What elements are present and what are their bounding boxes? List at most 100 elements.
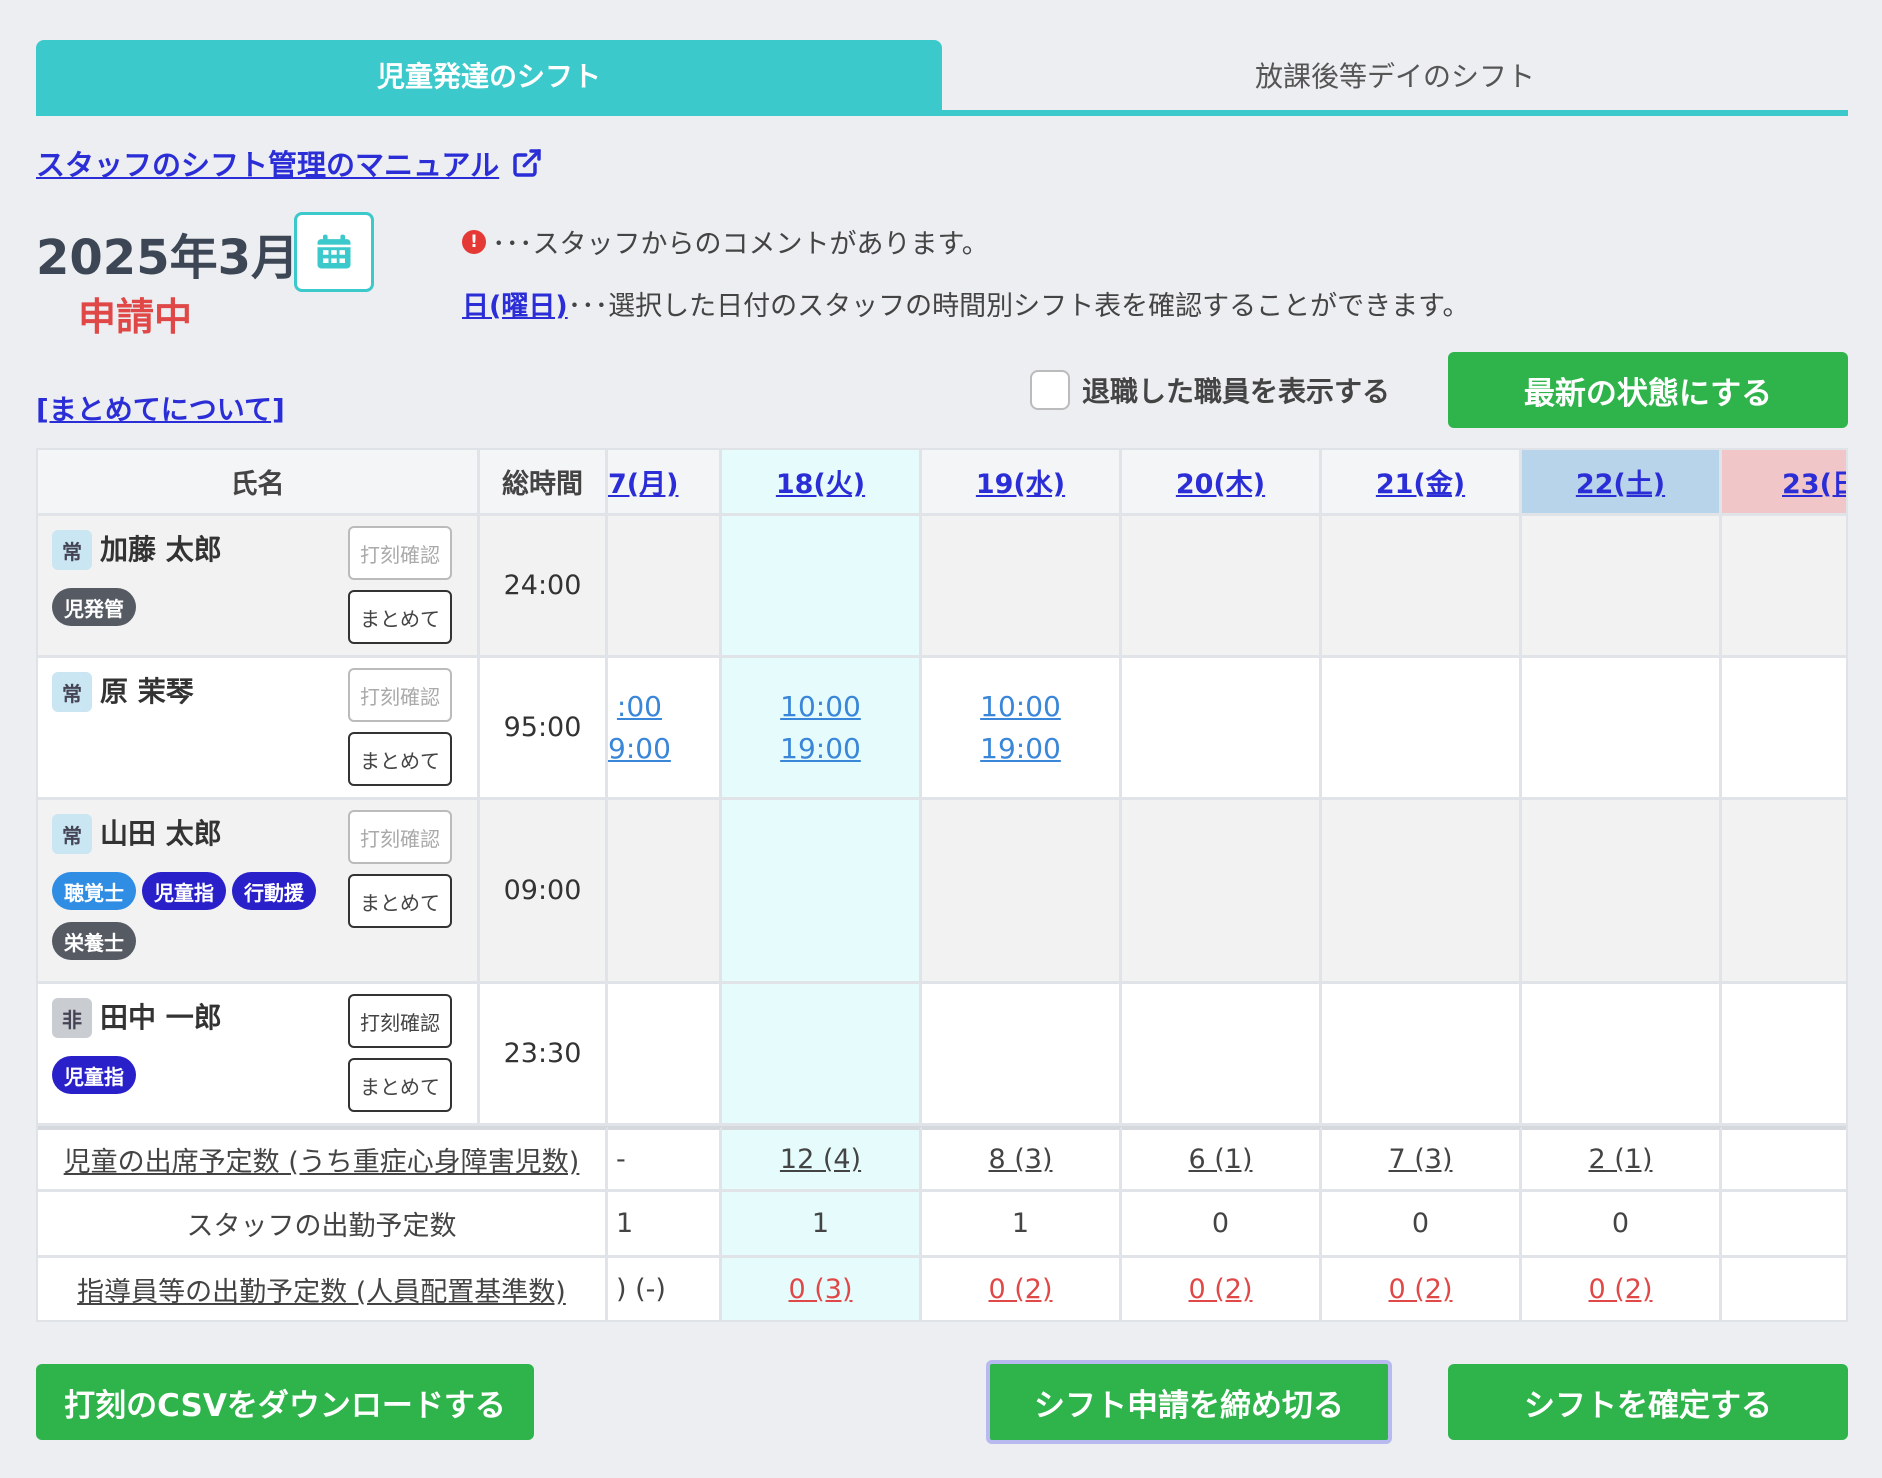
- shift-cell[interactable]: [1522, 800, 1722, 984]
- employment-type-badge: 常: [52, 814, 92, 854]
- show-retired-label: 退職した職員を表示する: [1082, 375, 1391, 408]
- shift-cell[interactable]: [922, 516, 1122, 658]
- shift-cell[interactable]: 10:00 19:00: [722, 658, 922, 800]
- footer-value[interactable]: 8 (3): [988, 1144, 1052, 1175]
- date-header[interactable]: 21(金): [1322, 450, 1522, 516]
- footer-value-cell: -: [608, 1126, 722, 1192]
- shift-cell[interactable]: [608, 516, 722, 658]
- qualification-tag: 栄養士: [52, 922, 136, 960]
- manual-link[interactable]: スタッフのシフト管理のマニュアル: [36, 142, 543, 184]
- footer-value[interactable]: 0 (3): [788, 1274, 852, 1305]
- shift-cell[interactable]: [1322, 984, 1522, 1126]
- staff-name-cell: 常加藤 太郎 打刻確認 まとめて 児発管: [38, 516, 480, 658]
- calendar-button[interactable]: [294, 212, 374, 292]
- bulk-edit-button[interactable]: まとめて: [348, 1058, 452, 1112]
- close-shift-application-button[interactable]: シフト申請を締め切る: [986, 1360, 1392, 1444]
- tab-after-school[interactable]: 放課後等デイのシフト: [942, 40, 1848, 110]
- shift-cell[interactable]: [1522, 984, 1722, 1126]
- stamp-check-button[interactable]: 打刻確認: [348, 810, 452, 864]
- footer-value-cell: 0: [1122, 1192, 1322, 1258]
- refresh-button[interactable]: 最新の状態にする: [1448, 352, 1848, 428]
- shift-cell[interactable]: 10:00 19:00: [922, 658, 1122, 800]
- staff-name: 田中 一郎: [100, 1001, 222, 1034]
- date-legend: 日(曜日)･･･選択した日付のスタッフの時間別シフト表を確認することができます。: [462, 284, 1470, 323]
- date-header-link[interactable]: 7(月): [608, 462, 678, 501]
- shift-cell[interactable]: [1322, 658, 1522, 800]
- shift-cell[interactable]: [1322, 800, 1522, 984]
- footer-value-cell: 0: [1722, 1192, 1846, 1258]
- shift-cell[interactable]: [1122, 658, 1322, 800]
- shift-cell[interactable]: [1722, 800, 1846, 984]
- shift-cell[interactable]: [608, 800, 722, 984]
- show-retired-checkbox[interactable]: [1030, 370, 1070, 410]
- footer-value[interactable]: 6 (1): [1188, 1144, 1252, 1175]
- bulk-edit-button[interactable]: まとめて: [348, 732, 452, 786]
- footer-value[interactable]: 0 (2): [1588, 1274, 1652, 1305]
- date-header-link[interactable]: 23(日: [1782, 462, 1846, 501]
- column-header-total: 総時間: [480, 450, 608, 516]
- shift-cell[interactable]: [1722, 984, 1846, 1126]
- staff-total-hours: 24:00: [480, 516, 608, 658]
- shift-cell[interactable]: [1522, 658, 1722, 800]
- footer-value[interactable]: 0 (2): [988, 1274, 1052, 1305]
- footer-value: 0: [1411, 1208, 1430, 1239]
- footer-value[interactable]: 12 (4): [780, 1144, 861, 1175]
- footer-value: 0: [1611, 1208, 1630, 1239]
- manual-link-text: スタッフのシフト管理のマニュアル: [36, 148, 500, 182]
- shift-cell[interactable]: [1522, 516, 1722, 658]
- date-header-link[interactable]: 19(水): [976, 462, 1065, 501]
- date-header[interactable]: 22(土): [1522, 450, 1722, 516]
- footer-value-cell: 2 (1): [1522, 1126, 1722, 1192]
- shift-cell[interactable]: [722, 800, 922, 984]
- stamp-check-button[interactable]: 打刻確認: [348, 668, 452, 722]
- tab-child-development[interactable]: 児童発達のシフト: [36, 40, 942, 110]
- footer-value-cell: 1: [608, 1192, 722, 1258]
- footer-value-cell: 7 (3): [1322, 1126, 1522, 1192]
- bulk-edit-button[interactable]: まとめて: [348, 590, 452, 644]
- staff-name-cell: 非田中 一郎 打刻確認 まとめて 児童指: [38, 984, 480, 1126]
- footer-row-label[interactable]: 児童の出席予定数 (うち重症心身障害児数): [38, 1126, 608, 1192]
- date-header-link[interactable]: 22(土): [1576, 462, 1665, 501]
- stamp-check-button[interactable]: 打刻確認: [348, 994, 452, 1048]
- shift-time-link[interactable]: :00 9:00: [608, 686, 671, 770]
- status-badge: 申請中: [78, 295, 193, 339]
- shift-cell[interactable]: [922, 800, 1122, 984]
- footer-row-label[interactable]: 指導員等の出勤予定数 (人員配置基準数): [38, 1258, 608, 1320]
- shift-cell[interactable]: [722, 984, 922, 1126]
- shift-cell[interactable]: [1122, 516, 1322, 658]
- shift-time-link[interactable]: 10:00 19:00: [780, 686, 861, 770]
- confirm-shift-button[interactable]: シフトを確定する: [1448, 1364, 1848, 1440]
- date-header[interactable]: 20(木): [1122, 450, 1322, 516]
- footer-value[interactable]: 0 (2): [1188, 1274, 1252, 1305]
- date-header[interactable]: 7(月): [608, 450, 722, 516]
- footer-value[interactable]: 7 (3): [1388, 1144, 1452, 1175]
- date-header[interactable]: 19(水): [922, 450, 1122, 516]
- date-header-link[interactable]: 20(木): [1176, 462, 1265, 501]
- show-retired-toggle[interactable]: 退職した職員を表示する: [1030, 370, 1390, 410]
- shift-time-link[interactable]: 10:00 19:00: [980, 686, 1061, 770]
- footer-value[interactable]: 2 (1): [1588, 1144, 1652, 1175]
- staff-name-cell: 常山田 太郎 打刻確認 まとめて 聴覚士 児童指 行動援 栄養士: [38, 800, 480, 984]
- date-header[interactable]: 23(日: [1722, 450, 1846, 516]
- stamp-check-button[interactable]: 打刻確認: [348, 526, 452, 580]
- shift-cell[interactable]: [722, 516, 922, 658]
- date-header[interactable]: 18(火): [722, 450, 922, 516]
- download-csv-button[interactable]: 打刻のCSVをダウンロードする: [36, 1364, 534, 1440]
- footer-value-cell: 0: [1522, 1192, 1722, 1258]
- qualification-tag: 行動援: [232, 872, 316, 910]
- shift-cell[interactable]: :00 9:00: [608, 658, 722, 800]
- shift-cell[interactable]: [922, 984, 1122, 1126]
- about-bulk-link[interactable]: [まとめてについて]: [36, 388, 285, 428]
- bulk-edit-button[interactable]: まとめて: [348, 874, 452, 928]
- shift-cell[interactable]: [1722, 516, 1846, 658]
- shift-cell[interactable]: [608, 984, 722, 1126]
- footer-value[interactable]: 0 (2): [1388, 1274, 1452, 1305]
- shift-cell[interactable]: [1722, 658, 1846, 800]
- date-header-link[interactable]: 21(金): [1376, 462, 1465, 501]
- shift-cell[interactable]: [1122, 984, 1322, 1126]
- footer-value-cell: 1: [722, 1192, 922, 1258]
- shift-cell[interactable]: [1122, 800, 1322, 984]
- shift-cell[interactable]: [1322, 516, 1522, 658]
- footer-row-label: スタッフの出勤予定数: [38, 1192, 608, 1258]
- date-header-link[interactable]: 18(火): [776, 462, 865, 501]
